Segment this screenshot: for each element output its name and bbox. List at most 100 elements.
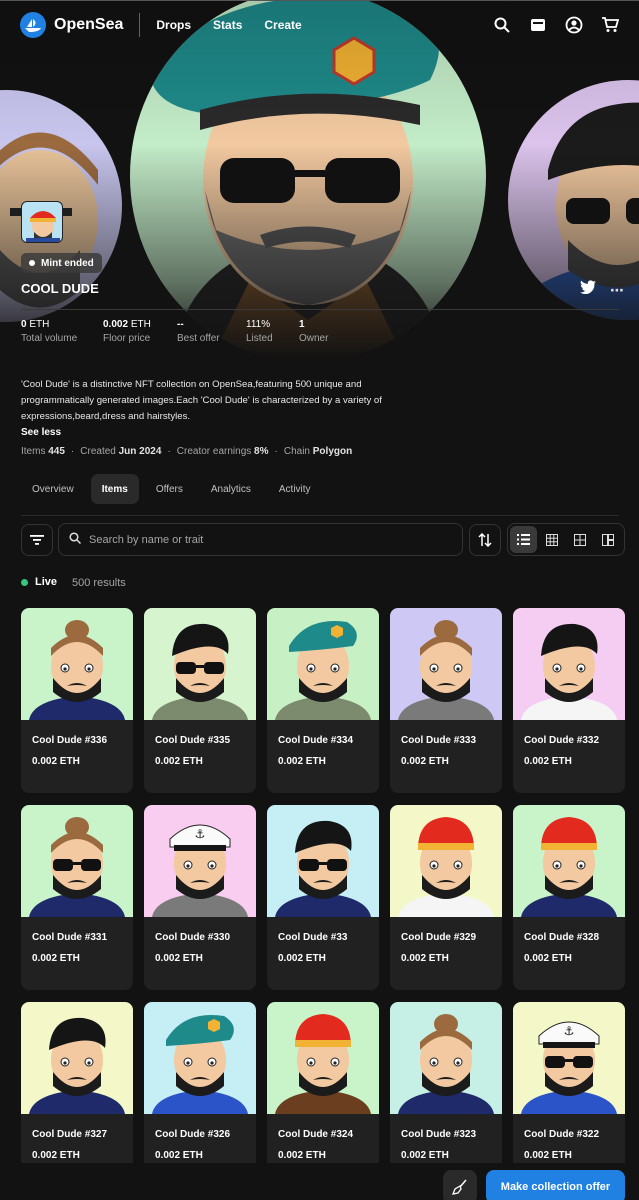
- nft-card[interactable]: Cool Dude #329 0.002 ETH: [390, 805, 502, 990]
- collection-tabs: Overview Items Offers Analytics Activity: [21, 474, 322, 504]
- nft-card[interactable]: Cool Dude #323 0.002 ETH: [390, 1002, 502, 1187]
- nft-price: 0.002 ETH: [524, 1150, 572, 1161]
- nft-name: Cool Dude #336: [32, 735, 108, 746]
- collection-stats: 0 ETH Total volume 0.002 ETH Floor price…: [21, 319, 359, 344]
- see-less-link[interactable]: See less: [21, 427, 61, 438]
- nft-name: Cool Dude #334: [278, 735, 354, 746]
- nft-name: Cool Dude #328: [524, 932, 600, 943]
- nft-price: 0.002 ETH: [278, 953, 326, 964]
- nft-card[interactable]: Cool Dude #327 0.002 ETH: [21, 1002, 133, 1187]
- nft-card[interactable]: Cool Dude #328 0.002 ETH: [513, 805, 625, 990]
- filter-button[interactable]: [21, 524, 53, 556]
- nft-image[interactable]: [144, 608, 256, 720]
- nft-price: 0.002 ETH: [32, 1150, 80, 1161]
- nft-image[interactable]: ⚓: [144, 805, 256, 917]
- sweep-button[interactable]: [443, 1170, 477, 1200]
- nft-price: 0.002 ETH: [32, 953, 80, 964]
- broom-icon: [452, 1179, 467, 1195]
- nav-link-stats[interactable]: Stats: [213, 18, 242, 32]
- nft-image[interactable]: [21, 805, 133, 917]
- live-dot-icon: [21, 578, 28, 586]
- nft-image[interactable]: [390, 805, 502, 917]
- nft-price: 0.002 ETH: [32, 756, 80, 767]
- twitter-icon[interactable]: [580, 280, 596, 295]
- view-mode-switcher: [507, 523, 625, 556]
- nft-card[interactable]: ⚓ Cool Dude #330 0.002 ETH: [144, 805, 256, 990]
- more-options-icon[interactable]: ⋯: [610, 282, 624, 299]
- dense-grid-icon[interactable]: [538, 526, 565, 553]
- search-field[interactable]: [58, 523, 463, 556]
- nft-image[interactable]: [267, 1002, 379, 1114]
- svg-text:⚓: ⚓: [564, 1024, 575, 1038]
- nft-card[interactable]: Cool Dude #331 0.002 ETH: [21, 805, 133, 990]
- cart-icon[interactable]: [601, 16, 619, 34]
- nft-name: Cool Dude #327: [32, 1129, 108, 1140]
- nft-name: Cool Dude #329: [401, 932, 477, 943]
- nft-image[interactable]: [390, 1002, 502, 1114]
- nft-image[interactable]: [513, 608, 625, 720]
- make-collection-offer-button[interactable]: Make collection offer: [486, 1170, 625, 1200]
- collection-description: 'Cool Dude' is a distinctive NFT collect…: [21, 379, 382, 422]
- stat-listed: 111% Listed: [246, 319, 273, 344]
- nft-name: Cool Dude #324: [278, 1129, 354, 1140]
- tab-analytics[interactable]: Analytics: [200, 474, 262, 504]
- tab-activity[interactable]: Activity: [268, 474, 322, 504]
- nft-price: 0.002 ETH: [278, 1150, 326, 1161]
- search-icon: [69, 531, 82, 549]
- nft-image[interactable]: [21, 608, 133, 720]
- search-icon[interactable]: [493, 16, 511, 34]
- opensea-logo[interactable]: OpenSea: [20, 11, 124, 38]
- nft-card[interactable]: Cool Dude #336 0.002 ETH: [21, 608, 133, 793]
- nft-card[interactable]: Cool Dude #33 0.002 ETH: [267, 805, 379, 990]
- tab-overview[interactable]: Overview: [21, 474, 85, 504]
- mint-status-badge: Mint ended: [21, 253, 102, 273]
- collection-banner: [0, 0, 639, 360]
- wallet-icon[interactable]: [529, 16, 547, 34]
- nft-image[interactable]: [267, 608, 379, 720]
- top-nav: OpenSea Drops Stats Create: [0, 0, 639, 48]
- nft-card[interactable]: ⚓ Cool Dude #322 0.002 ETH: [513, 1002, 625, 1187]
- nft-card[interactable]: Cool Dude #334 0.002 ETH: [267, 608, 379, 793]
- nav-link-drops[interactable]: Drops: [156, 18, 191, 32]
- nft-card[interactable]: Cool Dude #332 0.002 ETH: [513, 608, 625, 793]
- collection-avatar: [21, 201, 63, 243]
- nft-image[interactable]: [513, 805, 625, 917]
- nft-card[interactable]: Cool Dude #324 0.002 ETH: [267, 1002, 379, 1187]
- nft-price: 0.002 ETH: [155, 1150, 203, 1161]
- grid-view-icon[interactable]: [567, 526, 594, 553]
- nft-name: Cool Dude #33: [278, 932, 348, 943]
- nft-name: Cool Dude #322: [524, 1129, 600, 1140]
- opensea-ship-icon: [20, 11, 46, 38]
- large-grid-icon[interactable]: [595, 526, 622, 553]
- nft-image[interactable]: [21, 1002, 133, 1114]
- svg-text:⚓: ⚓: [195, 827, 206, 841]
- nft-card[interactable]: Cool Dude #335 0.002 ETH: [144, 608, 256, 793]
- search-input[interactable]: [89, 533, 429, 546]
- nav-link-create[interactable]: Create: [264, 18, 301, 32]
- mint-status-label: Mint ended: [41, 257, 94, 269]
- nft-image[interactable]: [267, 805, 379, 917]
- nft-image[interactable]: [144, 1002, 256, 1114]
- list-view-icon[interactable]: [510, 526, 538, 553]
- nft-card[interactable]: Cool Dude #326 0.002 ETH: [144, 1002, 256, 1187]
- live-indicator: Live: [21, 576, 57, 588]
- tab-offers[interactable]: Offers: [145, 474, 194, 504]
- nft-name: Cool Dude #323: [401, 1129, 477, 1140]
- nft-name: Cool Dude #330: [155, 932, 231, 943]
- account-icon[interactable]: [565, 16, 583, 34]
- stat-total-volume: 0 ETH Total volume: [21, 319, 78, 344]
- nft-name: Cool Dude #331: [32, 932, 108, 943]
- nft-card[interactable]: Cool Dude #333 0.002 ETH: [390, 608, 502, 793]
- brand-name: OpenSea: [54, 15, 124, 33]
- results-count: 500 results: [72, 577, 126, 589]
- nft-name: Cool Dude #332: [524, 735, 600, 746]
- nft-price: 0.002 ETH: [401, 1150, 449, 1161]
- collection-meta: Items 445 · Created Jun 2024 · Creator e…: [21, 446, 353, 457]
- tab-items[interactable]: Items: [90, 474, 139, 504]
- nft-image[interactable]: ⚓: [513, 1002, 625, 1114]
- nft-price: 0.002 ETH: [524, 756, 572, 767]
- nft-image[interactable]: [390, 608, 502, 720]
- nft-price: 0.002 ETH: [155, 953, 203, 964]
- stat-owner: 1 Owner: [299, 319, 329, 344]
- sort-button[interactable]: [469, 524, 501, 556]
